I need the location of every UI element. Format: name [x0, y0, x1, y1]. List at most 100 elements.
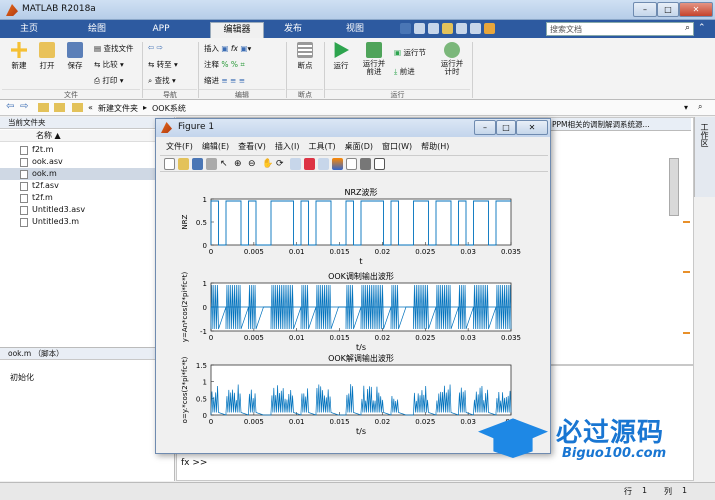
x-tick-label: 0.03 — [460, 334, 476, 342]
file-list-item[interactable]: Untitled3.m — [0, 216, 175, 228]
pointer-icon[interactable]: ↖ — [220, 158, 231, 170]
figure-menu-item[interactable]: 窗口(W) — [382, 142, 412, 151]
zoom-in-icon[interactable]: ⊕ — [234, 158, 245, 170]
back-icon[interactable]: ⇦ — [6, 101, 14, 112]
redo-icon[interactable] — [470, 23, 481, 34]
browse-icon[interactable] — [54, 103, 65, 112]
file-list-item[interactable]: ook.m — [0, 168, 175, 180]
minimize-button[interactable]: – — [633, 2, 657, 17]
tab-plots[interactable]: 绘图 — [74, 20, 120, 38]
link-icon[interactable] — [318, 158, 329, 170]
editor-scrollbar[interactable] — [669, 158, 679, 216]
cut-icon[interactable] — [414, 23, 425, 34]
tab-publish[interactable]: 发布 — [270, 20, 316, 38]
figure-menu-item[interactable]: 桌面(D) — [345, 142, 373, 151]
y-tick-label: 1 — [203, 379, 207, 387]
command-prompt[interactable]: fx >> — [181, 458, 207, 468]
insert-button[interactable]: 插入 ▣ fx ▣▾ — [204, 43, 251, 54]
run-time-button[interactable]: 运行并 计时 — [438, 42, 466, 76]
figure-menu-item[interactable]: 帮助(H) — [421, 142, 449, 151]
address-dropdown-icon[interactable]: ▾ — [684, 103, 688, 112]
print-button[interactable]: ⎙ 打印 ▾ — [94, 75, 124, 86]
figure-menu-item[interactable]: 插入(I) — [275, 142, 300, 151]
pan-icon[interactable]: ✋ — [262, 158, 273, 170]
tab-editor[interactable]: 编辑器 — [210, 22, 264, 38]
folder-up-icon[interactable] — [38, 103, 49, 112]
run-button[interactable]: 运行 — [328, 42, 354, 71]
figure-menu-item[interactable]: 查看(V) — [238, 142, 266, 151]
tab-apps[interactable]: APP — [140, 20, 182, 38]
workspace-side-tab[interactable]: 工作区 — [694, 117, 715, 197]
forward-icon[interactable]: ⇨ — [20, 101, 28, 112]
rotate-icon[interactable]: ⟳ — [276, 158, 287, 170]
find-button[interactable]: ⌕ 查找 ▾ — [148, 75, 176, 86]
back-forward-icons[interactable]: ⇦ ⇨ — [148, 43, 163, 52]
search-folder-icon[interactable]: ⌕ — [698, 102, 702, 112]
file-icon — [20, 218, 28, 227]
legend-icon[interactable] — [346, 158, 357, 170]
window-title: MATLAB R2018a — [22, 4, 96, 14]
save-button[interactable]: 保存 — [62, 42, 88, 71]
brush-icon[interactable] — [304, 158, 315, 170]
editor-ribbon: 新建 打开 保存 ▤ 查找文件 ⇆ 比较 ▾ ⎙ 打印 ▾ 文件 ⇦ ⇨ ⇆ 转… — [0, 38, 715, 100]
figure-close-button[interactable]: ✕ — [516, 120, 548, 135]
paste-icon[interactable] — [442, 23, 453, 34]
hide-tools-icon[interactable] — [360, 158, 371, 170]
search-box[interactable]: 搜索文档 ⌕ — [546, 22, 694, 36]
x-tick-label: 0 — [209, 248, 213, 256]
show-tools-icon[interactable] — [374, 158, 385, 170]
undo-icon[interactable] — [456, 23, 467, 34]
x-tick-label: 0.005 — [244, 248, 264, 256]
x-tick-label: 0.015 — [330, 334, 350, 342]
column-header-name[interactable]: 名称 ▲ — [0, 130, 175, 142]
path-segment-2[interactable]: OOK系统 — [152, 103, 186, 114]
colorbar-icon[interactable] — [332, 158, 343, 170]
figure-minimize-button[interactable]: – — [474, 120, 496, 135]
goto-button[interactable]: ⇆ 转至 ▾ — [148, 59, 178, 70]
collapse-icon[interactable]: ⌃ — [698, 23, 706, 33]
y-axis-label: o=y.*cos(2*pi*fc*t) — [181, 356, 189, 423]
figure-window: Figure 1 – □ ✕ 文件(F) 编辑(E) 查看(V) 插入(I) 工具(T)… — [155, 118, 551, 454]
print-icon[interactable] — [206, 158, 217, 170]
search-input[interactable]: 搜索文档 — [550, 24, 582, 35]
new-button[interactable]: 新建 — [6, 42, 32, 71]
compare-button[interactable]: ⇆ 比较 ▾ — [94, 59, 124, 70]
file-list-item[interactable]: f2t.m — [0, 144, 175, 156]
figure-maximize-button[interactable]: □ — [496, 120, 516, 135]
y-axis-label: y=An*cos(2*pi*fc*t) — [181, 272, 189, 343]
path-segment-1[interactable]: 新建文件夹 — [98, 103, 138, 114]
x-tick-label: 0.005 — [244, 418, 264, 426]
file-list-item[interactable]: Untitled3.asv — [0, 204, 175, 216]
file-list-item[interactable]: ook.asv — [0, 156, 175, 168]
advance-button[interactable]: ⤓ 前进 — [394, 66, 415, 77]
indent-button[interactable]: 缩进 ≡ ≡ ≡ — [204, 75, 245, 86]
disk-icon — [67, 42, 83, 58]
run-section-button[interactable]: ▣ 运行节 — [394, 47, 426, 58]
figure-menu-item[interactable]: 文件(F) — [166, 142, 193, 151]
save-icon[interactable] — [400, 23, 411, 34]
breakpoints-button[interactable]: 断点 — [292, 42, 318, 71]
comment-button[interactable]: 注释 % % ⌗ — [204, 59, 245, 70]
x-tick-label: 0.01 — [289, 418, 305, 426]
file-list-item[interactable]: t2f.m — [0, 192, 175, 204]
tab-view[interactable]: 视图 — [332, 20, 378, 38]
figure-menu-item[interactable]: 编辑(E) — [202, 142, 229, 151]
help-icon[interactable] — [484, 23, 495, 34]
open-icon[interactable] — [178, 158, 189, 170]
open-button[interactable]: 打开 — [34, 42, 60, 71]
save-icon[interactable] — [192, 158, 203, 170]
copy-icon[interactable] — [428, 23, 439, 34]
new-figure-icon[interactable] — [164, 158, 175, 170]
zoom-out-icon[interactable]: ⊖ — [248, 158, 259, 170]
editor-tab[interactable]: PPM相关的调制解调系统源... — [549, 118, 691, 131]
maximize-button[interactable]: □ — [657, 2, 679, 17]
data-cursor-icon[interactable] — [290, 158, 301, 170]
tab-home[interactable]: 主页 — [8, 20, 50, 38]
run-advance-button[interactable]: 运行并 前进 — [360, 42, 388, 76]
file-list-item[interactable]: t2f.asv — [0, 180, 175, 192]
figure-menu-item[interactable]: 工具(T) — [308, 142, 335, 151]
close-button[interactable]: ✕ — [679, 2, 713, 17]
breakpoint-icon — [297, 42, 313, 58]
x-tick-label: 0.035 — [501, 248, 521, 256]
find-files-button[interactable]: ▤ 查找文件 — [94, 43, 133, 54]
